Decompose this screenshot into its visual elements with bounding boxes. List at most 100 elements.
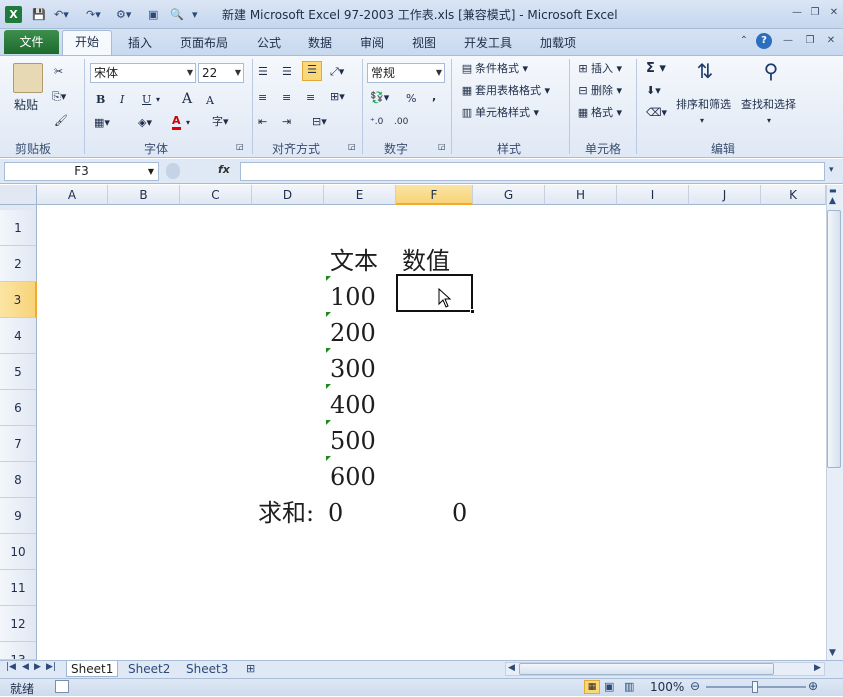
increase-indent-icon[interactable]: ⇥ — [282, 114, 291, 130]
row-header[interactable]: 11 — [0, 570, 37, 606]
align-center-icon[interactable]: ≡ — [282, 90, 291, 106]
split-box-icon[interactable]: ▬ — [829, 186, 837, 195]
column-header[interactable]: I — [617, 185, 689, 205]
scroll-down-icon[interactable]: ▼ — [829, 648, 836, 658]
insert-button[interactable]: ⊞ 插入 ▾ — [575, 61, 622, 77]
zoom-in-icon[interactable]: ⊕ — [808, 679, 818, 693]
number-dialog-launcher-icon[interactable]: ◲ — [438, 139, 446, 155]
cell-D9[interactable]: 求和: — [258, 495, 314, 531]
macro-record-icon[interactable] — [55, 680, 69, 693]
row-header[interactable]: 10 — [0, 534, 37, 570]
cut-icon[interactable]: ✂ — [54, 64, 63, 80]
customize-icon[interactable]: ⚙▾ — [116, 6, 131, 23]
minimize-ribbon-icon[interactable]: ⌃ — [736, 34, 752, 48]
increase-decimal-icon[interactable]: ⁺.0 — [370, 114, 383, 130]
name-box[interactable]: F3 ▼ — [4, 162, 159, 181]
format-as-table-button[interactable]: ▦ 套用表格格式 ▾ — [459, 83, 550, 99]
paste-button[interactable]: 粘贴 — [14, 97, 38, 113]
tab-data[interactable]: 数据 — [308, 34, 332, 51]
help-icon[interactable]: ? — [756, 33, 772, 49]
tab-review[interactable]: 审阅 — [360, 34, 384, 51]
scroll-right-icon[interactable]: ▶ — [814, 663, 821, 673]
fill-color-icon[interactable]: ◈▾ — [138, 115, 152, 131]
row-header[interactable]: 2 — [0, 246, 37, 282]
doc-minimize-icon[interactable]: — — [780, 34, 796, 48]
next-sheet-icon[interactable]: ▶ — [34, 662, 41, 672]
align-bottom-icon[interactable]: ☰ — [302, 61, 322, 81]
number-format-select[interactable]: 常规 ▼ — [367, 63, 445, 83]
cell-E8[interactable]: 600 — [330, 459, 376, 495]
column-header[interactable]: D — [252, 185, 324, 205]
camera-icon[interactable]: ▣ — [148, 6, 158, 23]
merge-center-icon[interactable]: ⊟▾ — [312, 114, 327, 130]
cell-E3[interactable]: 100 — [330, 279, 376, 315]
tab-home[interactable]: 开始 — [62, 30, 112, 56]
formula-input[interactable] — [240, 162, 825, 181]
tab-formulas[interactable]: 公式 — [257, 34, 281, 51]
horizontal-scroll-thumb[interactable] — [519, 663, 774, 675]
cell-E5[interactable]: 300 — [330, 351, 376, 387]
excel-app-icon[interactable]: X — [5, 6, 22, 23]
insert-function-icon[interactable]: fx — [218, 163, 230, 176]
row-header[interactable]: 1 — [0, 210, 37, 246]
underline-button[interactable]: U — [142, 92, 151, 108]
column-header-selected[interactable]: F — [396, 185, 473, 205]
cell-styles-button[interactable]: ▥ 单元格样式 ▾ — [459, 105, 539, 121]
row-header[interactable]: 7 — [0, 426, 37, 462]
decrease-decimal-icon[interactable]: .00 — [394, 114, 408, 130]
underline-dropdown-icon[interactable]: ▾ — [156, 92, 160, 108]
prev-sheet-icon[interactable]: ◀ — [22, 662, 29, 672]
column-header[interactable]: A — [37, 185, 108, 205]
column-header[interactable]: E — [324, 185, 396, 205]
tab-developer[interactable]: 开发工具 — [464, 34, 512, 51]
sort-filter-icon[interactable]: ⇅ — [690, 61, 720, 91]
orientation-icon[interactable]: ⤢▾ — [330, 64, 344, 80]
tab-insert[interactable]: 插入 — [128, 34, 152, 51]
delete-button[interactable]: ⊟ 删除 ▾ — [575, 83, 622, 99]
grow-font-button[interactable]: A — [182, 91, 192, 107]
fill-icon[interactable]: ⬇▾ — [646, 83, 661, 99]
zoom-level[interactable]: 100% — [650, 680, 684, 694]
cell-E9[interactable]: 0 — [328, 495, 343, 531]
align-left-icon[interactable]: ≡ — [258, 90, 267, 106]
select-all-corner[interactable] — [0, 185, 37, 205]
alignment-dialog-launcher-icon[interactable]: ◲ — [348, 139, 356, 155]
save-icon[interactable]: 💾 — [32, 6, 46, 23]
column-header[interactable]: K — [761, 185, 826, 205]
row-header[interactable]: 5 — [0, 354, 37, 390]
format-painter-icon[interactable]: 🖌 — [54, 113, 68, 129]
align-middle-icon[interactable]: ☰ — [282, 64, 292, 80]
first-sheet-icon[interactable]: |◀ — [6, 662, 16, 672]
scroll-left-icon[interactable]: ◀ — [508, 663, 515, 673]
wrap-text-icon[interactable]: ⊞▾ — [330, 89, 345, 105]
conditional-format-button[interactable]: ▤ 条件格式 ▾ — [459, 61, 528, 77]
doc-close-icon[interactable]: ✕ — [823, 34, 839, 48]
minimize-icon[interactable]: — — [789, 6, 805, 20]
clear-icon[interactable]: ⌫▾ — [646, 105, 667, 121]
tab-view[interactable]: 视图 — [412, 34, 436, 51]
currency-icon[interactable]: 💱▾ — [370, 90, 389, 106]
tab-file[interactable]: 文件 — [4, 30, 59, 54]
row-header[interactable]: 9 — [0, 498, 37, 534]
scroll-up-icon[interactable]: ▲ — [829, 196, 836, 206]
align-right-icon[interactable]: ≡ — [306, 90, 315, 106]
sheet-tab-sheet2[interactable]: Sheet2 — [124, 661, 174, 677]
column-header[interactable]: J — [689, 185, 761, 205]
autosum-button[interactable]: Σ ▾ — [646, 61, 666, 77]
decrease-indent-icon[interactable]: ⇤ — [258, 114, 267, 130]
border-icon[interactable]: ▦▾ — [94, 115, 110, 131]
row-header[interactable]: 13 — [0, 642, 37, 660]
phonetic-icon[interactable]: 字▾ — [212, 114, 229, 130]
doc-restore-icon[interactable]: ❐ — [802, 34, 818, 48]
restore-icon[interactable]: ❐ — [807, 6, 823, 20]
format-button[interactable]: ▦ 格式 ▾ — [575, 105, 622, 121]
font-size-select[interactable]: 22 ▼ — [198, 63, 244, 83]
column-header[interactable]: B — [108, 185, 180, 205]
sort-dropdown-icon[interactable]: ▾ — [700, 113, 704, 129]
row-header[interactable]: 4 — [0, 318, 37, 354]
vertical-scroll-thumb[interactable] — [827, 210, 841, 468]
font-color-dropdown-icon[interactable]: ▾ — [186, 115, 190, 131]
find-select-button[interactable]: 查找和选择 — [741, 97, 796, 113]
close-icon[interactable]: ✕ — [826, 6, 842, 20]
column-header[interactable]: H — [545, 185, 617, 205]
